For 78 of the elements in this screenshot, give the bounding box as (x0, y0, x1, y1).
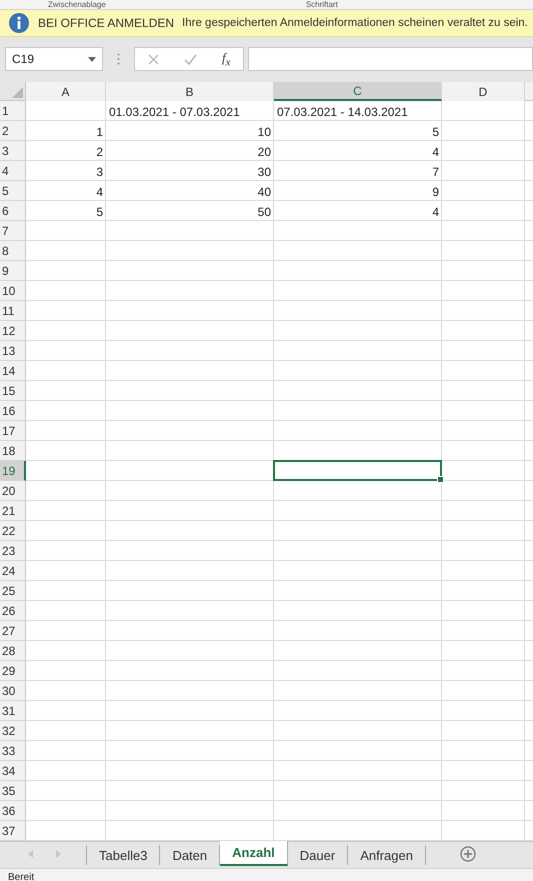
row-header[interactable]: 31 (0, 701, 26, 721)
row-header[interactable]: 28 (0, 641, 26, 661)
row-header[interactable]: 21 (0, 501, 26, 521)
add-sheet-icon[interactable] (460, 846, 476, 862)
row-header[interactable]: 2 (0, 121, 26, 141)
row-header[interactable]: 34 (0, 761, 26, 781)
row-header[interactable]: 5 (0, 181, 26, 201)
row-header[interactable]: 10 (0, 281, 26, 301)
row-header[interactable]: 18 (0, 441, 26, 461)
message-text: Ihre gespeicherten Anmeldeinformationen scheinen veraltet zu sein. (182, 17, 528, 29)
column-header[interactable]: A (26, 82, 106, 101)
row-header[interactable]: 19 (0, 461, 26, 481)
table-cell-text: 7 (431, 164, 440, 181)
row-header[interactable]: 32 (0, 721, 26, 741)
name-box[interactable]: C19 (5, 47, 103, 71)
ribbon-group-label: Zwischenablage (48, 0, 106, 9)
table-cell-text: 3 (95, 164, 104, 181)
row-header[interactable]: 14 (0, 361, 26, 381)
row-header[interactable]: 4 (0, 161, 26, 181)
info-icon (9, 13, 29, 33)
row-header[interactable]: 3 (0, 141, 26, 161)
table-cell-text: 1 (95, 124, 104, 141)
row-header[interactable]: 7 (0, 221, 26, 241)
row-header[interactable]: 24 (0, 561, 26, 581)
cancel-icon[interactable] (148, 54, 159, 64)
formula-input[interactable] (248, 47, 533, 71)
row-header[interactable]: 17 (0, 421, 26, 441)
table-cell-text: 10 (256, 124, 272, 141)
row-header[interactable]: 36 (0, 801, 26, 821)
row-header[interactable]: 20 (0, 481, 26, 501)
row-header[interactable]: 29 (0, 661, 26, 681)
table-cell-text: 4 (431, 144, 440, 161)
row-header[interactable]: 13 (0, 341, 26, 361)
row-header[interactable]: 30 (0, 681, 26, 701)
row-header[interactable]: 11 (0, 301, 26, 321)
column-header[interactable]: D (442, 82, 525, 101)
table-cell-text: 07.03.2021 - 14.03.2021 (276, 104, 409, 121)
table-cell-text: 01.03.2021 - 07.03.2021 (108, 104, 241, 121)
sheet-tab[interactable]: Tabelle3 (87, 845, 160, 865)
table-cell-text: 4 (95, 184, 104, 201)
row-header[interactable]: 26 (0, 601, 26, 621)
row-header[interactable]: 22 (0, 521, 26, 541)
row-header[interactable]: 33 (0, 741, 26, 761)
row-header[interactable]: 35 (0, 781, 26, 801)
insert-function-button[interactable]: f$_{x}$ (222, 50, 230, 68)
column-header[interactable]: C (274, 82, 442, 101)
sheet-tab[interactable]: Anfragen (348, 845, 426, 865)
status-text: Bereit (8, 872, 34, 881)
grip-icon (117, 53, 120, 65)
table-cell-text: 50 (256, 204, 272, 221)
table-cell-text: 5 (95, 204, 104, 221)
row-header[interactable]: 9 (0, 261, 26, 281)
table-cell-text: 4 (431, 204, 440, 221)
sheet-tab[interactable]: Anzahl (220, 841, 288, 866)
ribbon-group-label: Schriftart (306, 0, 338, 9)
sheet-tab[interactable]: Dauer (288, 845, 348, 865)
row-header[interactable]: 27 (0, 621, 26, 641)
table-cell-text: 20 (256, 144, 272, 161)
check-icon[interactable] (184, 54, 197, 64)
table-cell-text: 9 (431, 184, 440, 201)
caret-icon[interactable] (88, 56, 96, 62)
table-cell-text: 40 (256, 184, 272, 201)
message-title: BEI OFFICE ANMELDEN (38, 16, 174, 30)
row-header[interactable]: 12 (0, 321, 26, 341)
row-header[interactable]: 15 (0, 381, 26, 401)
row-header[interactable]: 1 (0, 101, 26, 121)
column-header[interactable]: B (106, 82, 274, 101)
row-header[interactable]: 37 (0, 821, 26, 841)
row-header[interactable]: 25 (0, 581, 26, 601)
table-cell-text: 30 (256, 164, 272, 181)
select-all-icon[interactable] (12, 87, 23, 98)
cell-cursor[interactable] (273, 460, 442, 481)
row-header[interactable]: 6 (0, 201, 26, 221)
table-cell-text: 2 (95, 144, 104, 161)
row-header[interactable]: 8 (0, 241, 26, 261)
row-header[interactable]: 23 (0, 541, 26, 561)
table-cell-text: 5 (431, 124, 440, 141)
row-header[interactable]: 16 (0, 401, 26, 421)
